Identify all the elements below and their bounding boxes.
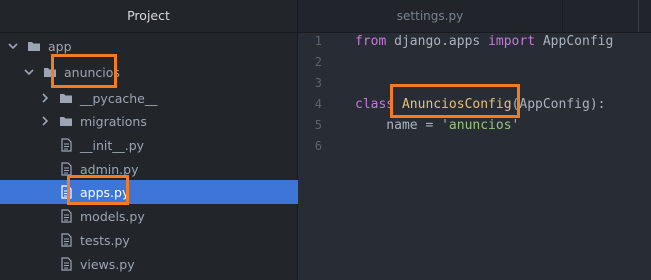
project-sidebar: Project app anuncios __pycache__ migrati… — [0, 0, 298, 280]
line-number: 2 — [314, 55, 322, 69]
tree-item-admin-py[interactable]: admin.py — [0, 157, 298, 181]
folder-icon — [58, 114, 74, 128]
tree-item-label: migrations — [80, 113, 147, 129]
tree-item-label: __pycache__ — [80, 90, 158, 106]
chevron-right-icon[interactable] — [38, 91, 52, 105]
class-name-token: AnunciosConfig — [401, 97, 512, 112]
tree-item-label: anuncios — [64, 64, 120, 80]
code-editor[interactable]: settings.py 1 from django.apps import App… — [298, 0, 651, 280]
line-number: 5 — [314, 118, 322, 132]
file-icon — [58, 162, 74, 176]
code-line[interactable]: 3 — [298, 73, 651, 94]
keyword-token: class — [355, 97, 395, 112]
tree-item-anuncios[interactable]: anuncios — [0, 60, 298, 84]
code-token: name = — [355, 118, 442, 133]
tree-item-migrations[interactable]: migrations — [0, 109, 298, 133]
code-line[interactable]: 1 from django.apps import AppConfig — [298, 31, 651, 52]
tree-item-pycache[interactable]: __pycache__ — [0, 86, 298, 110]
code-line[interactable]: 4 class AnunciosConfig(AppConfig): — [298, 94, 651, 115]
tree-item-label: apps.py — [80, 184, 130, 200]
sidebar-title: Project — [0, 0, 297, 33]
keyword-token: import — [488, 34, 536, 49]
tree-item-label: views.py — [80, 256, 135, 272]
chevron-right-icon[interactable] — [38, 114, 52, 128]
tree-item-label: admin.py — [80, 161, 139, 177]
tab-bar: settings.py — [298, 0, 651, 33]
tree-item-apps-py[interactable]: apps.py — [0, 180, 298, 204]
file-icon — [58, 209, 74, 223]
file-icon — [58, 257, 74, 271]
tree-item-label: models.py — [80, 208, 145, 224]
tree-item-app[interactable]: app — [0, 34, 298, 58]
tree-item-label: app — [48, 38, 72, 54]
file-icon — [58, 185, 74, 199]
tree-item-label: tests.py — [80, 232, 130, 248]
string-token: 'anuncios' — [441, 118, 520, 133]
code-line[interactable]: 6 — [298, 136, 651, 157]
folder-icon — [26, 39, 42, 53]
code-line[interactable]: 2 — [298, 52, 651, 73]
line-number: 4 — [314, 97, 322, 111]
code-token: django.apps — [386, 34, 489, 49]
code-token: (AppConfig): — [511, 97, 606, 112]
file-icon — [58, 233, 74, 247]
tab-bar-divider — [638, 0, 651, 32]
chevron-down-icon[interactable] — [6, 39, 20, 53]
folder-icon — [58, 91, 74, 105]
line-number: 6 — [314, 139, 322, 153]
tree-item-tests-py[interactable]: tests.py — [0, 228, 298, 252]
tab-settings-py[interactable]: settings.py — [298, 0, 563, 32]
folder-icon — [42, 65, 58, 79]
tree-item-label: __init__.py — [80, 137, 145, 153]
chevron-down-icon[interactable] — [22, 65, 36, 79]
file-icon — [58, 138, 74, 152]
code-line[interactable]: 5 name = 'anuncios' — [298, 115, 651, 136]
tree-item-models-py[interactable]: models.py — [0, 204, 298, 228]
line-number: 1 — [314, 34, 322, 48]
code-token: AppConfig — [535, 34, 614, 49]
line-number: 3 — [314, 76, 322, 90]
tree-item-init-py[interactable]: __init__.py — [0, 133, 298, 157]
keyword-token: from — [355, 34, 387, 49]
tree-item-views-py[interactable]: views.py — [0, 252, 298, 276]
